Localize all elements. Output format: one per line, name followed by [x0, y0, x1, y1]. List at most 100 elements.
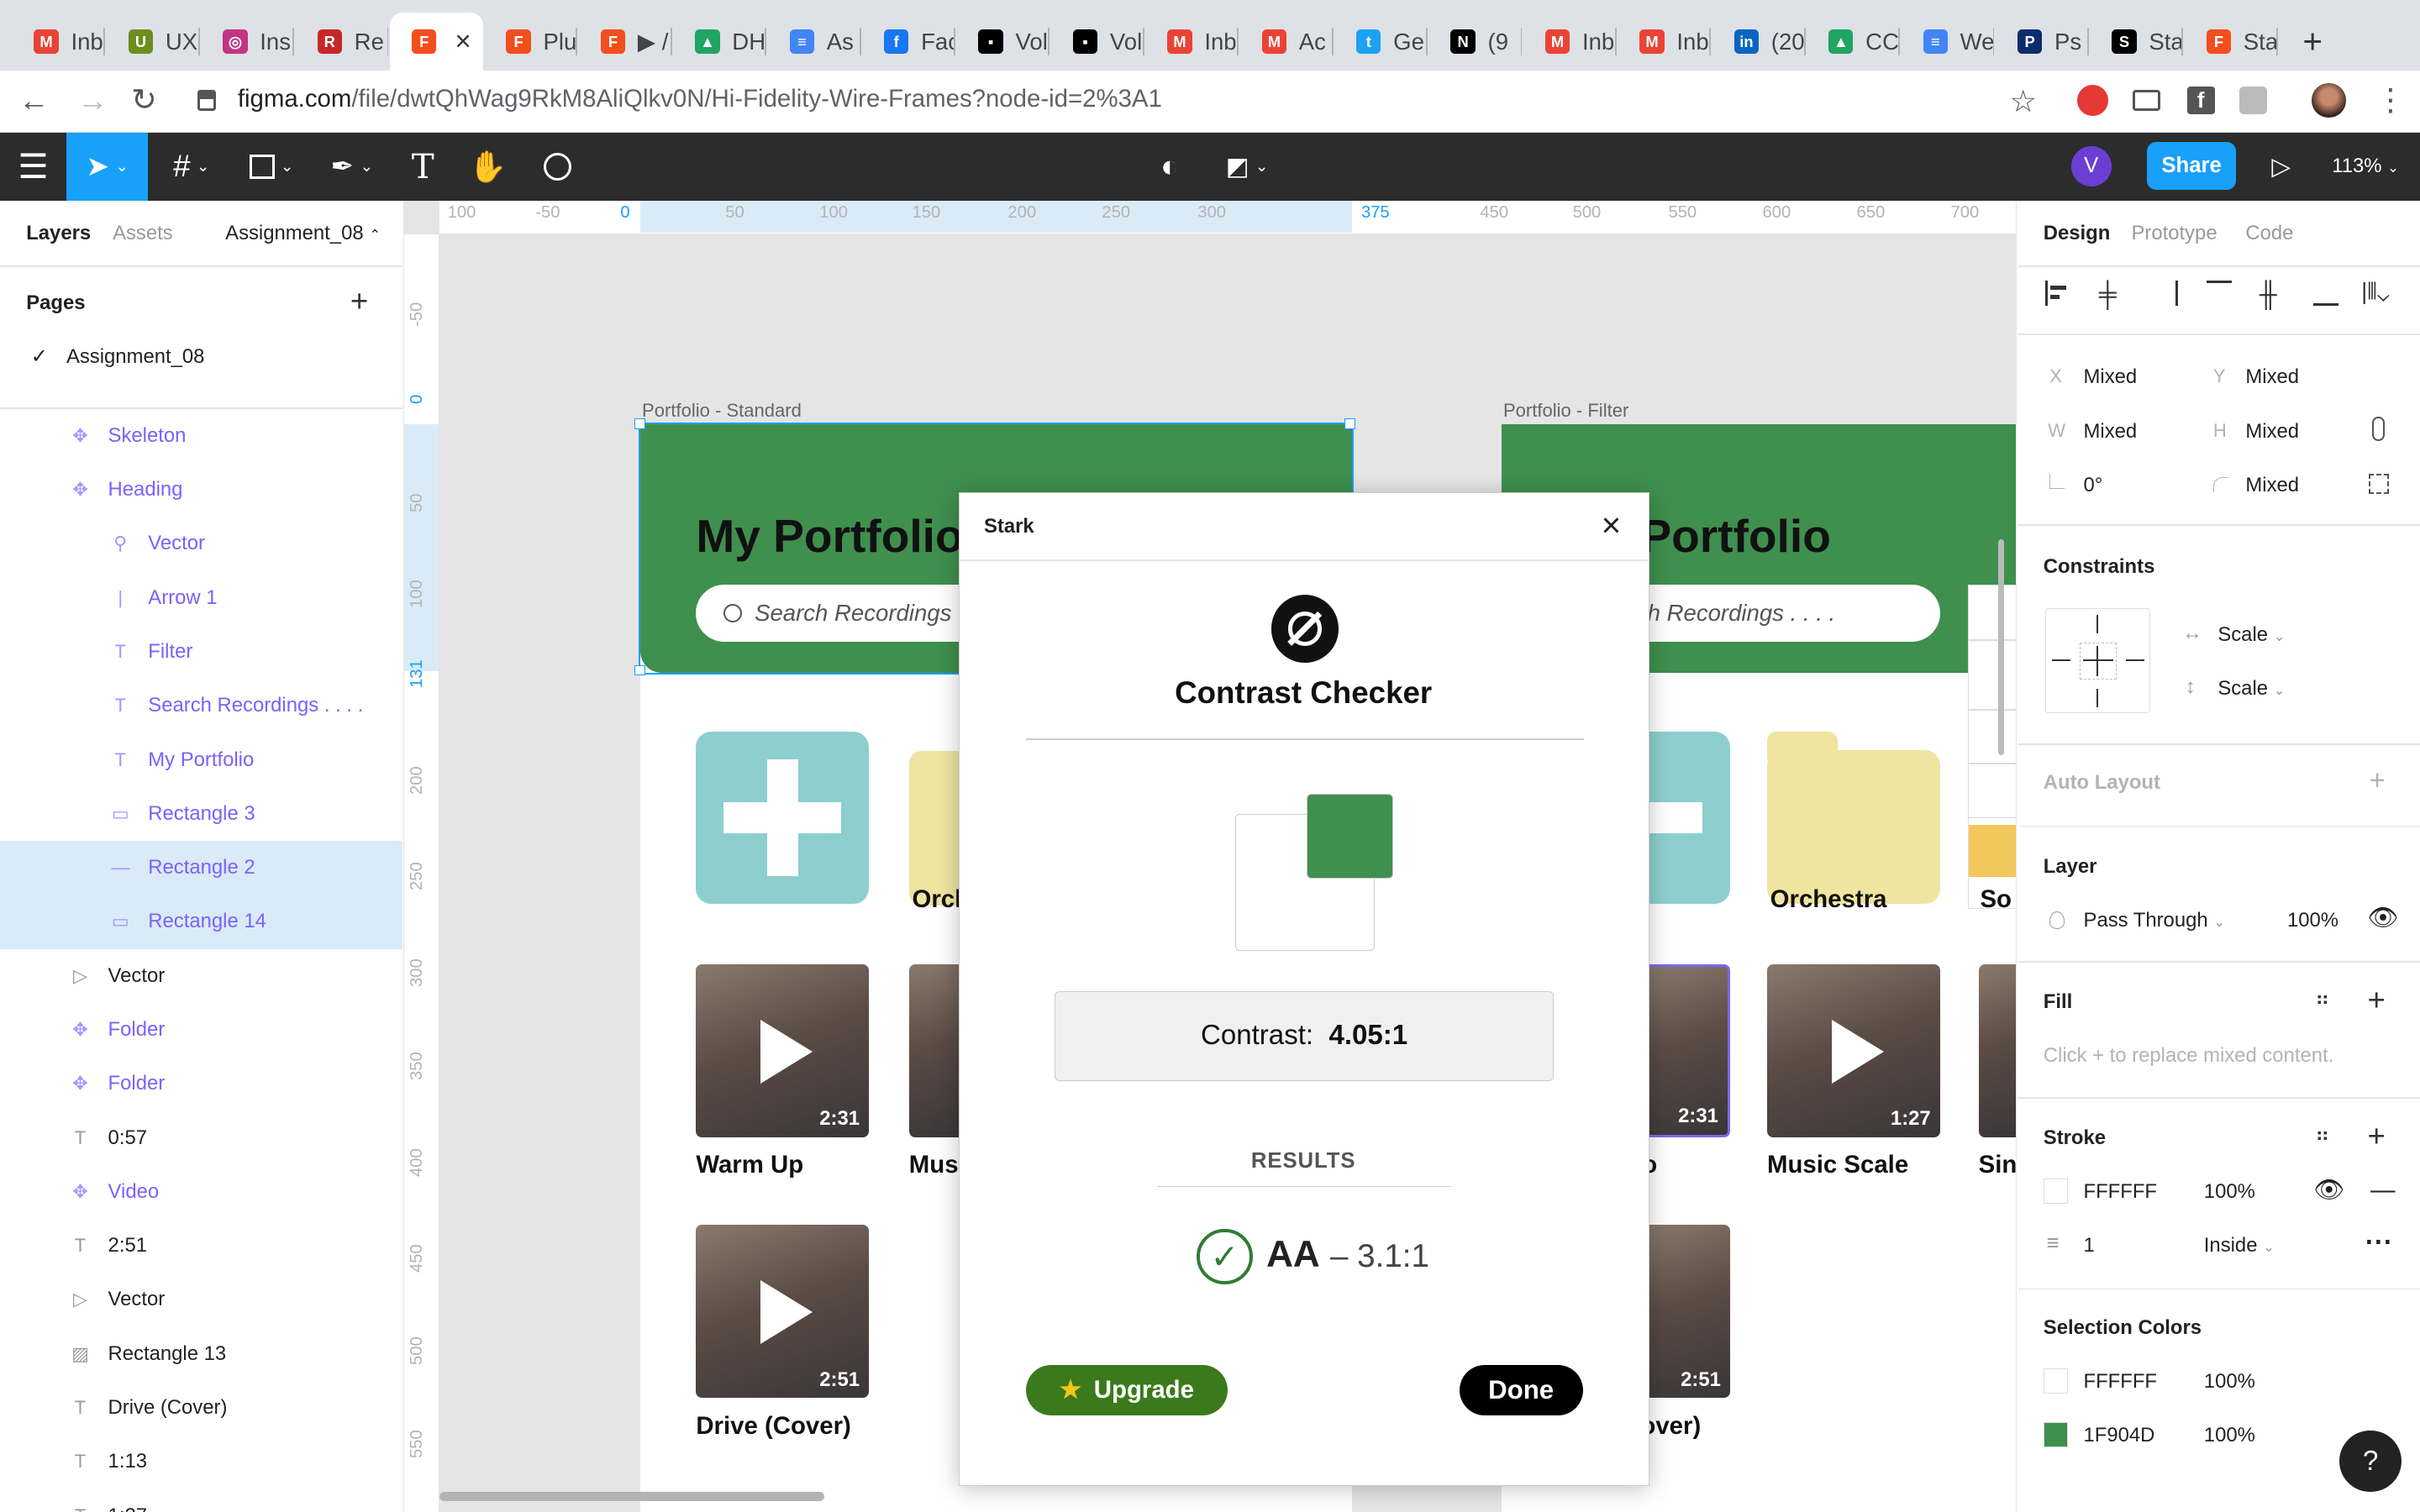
browser-tab[interactable]: M Inb [1618, 13, 1712, 71]
extension-adblock-icon[interactable] [2077, 85, 2108, 116]
stroke-styles-icon[interactable]: ⠶ [2315, 1123, 2329, 1147]
browser-tab[interactable]: M Ac [1240, 13, 1334, 71]
horizontal-constraint-select[interactable]: Scale ⌄ [2217, 623, 2285, 647]
filter-option-selected[interactable] [1968, 824, 2016, 878]
layer-row[interactable]: ✥ Video [0, 1165, 402, 1219]
selection-handle[interactable] [1344, 417, 1355, 429]
layer-row[interactable]: ▭ Rectangle 14 [0, 895, 403, 949]
reload-icon[interactable]: ↻ [131, 81, 157, 118]
video-thumbnail[interactable]: 2:51 [1640, 1225, 1730, 1399]
add-fill-icon[interactable]: + [2367, 983, 2385, 1018]
rotation-field[interactable]: 0° [2084, 474, 2103, 497]
frame-label[interactable]: Portfolio - Filter [1503, 400, 1628, 422]
layer-row[interactable]: ▨ Rectangle 13 [0, 1327, 402, 1381]
align-center-v-icon[interactable]: ╫ [2260, 281, 2277, 309]
browser-tab[interactable]: in (20 [1712, 13, 1806, 71]
video-thumbnail[interactable]: 2:31 [696, 963, 870, 1137]
layer-opacity-field[interactable]: 100% [2287, 909, 2338, 932]
close-icon[interactable]: × [1602, 506, 1622, 545]
tab-assets[interactable]: Assets [113, 222, 173, 245]
stroke-align-select[interactable]: Inside ⌄ [2204, 1234, 2275, 1257]
browser-tab[interactable]: F Plu [485, 13, 578, 71]
profile-avatar[interactable] [2312, 83, 2346, 118]
layer-row[interactable]: T Filter [0, 625, 402, 679]
foreground-color-swatch[interactable] [1306, 794, 1393, 879]
constrain-proportions-icon[interactable] [2372, 416, 2385, 442]
fill-styles-icon[interactable]: ⠶ [2315, 987, 2329, 1011]
add-stroke-icon[interactable]: + [2367, 1119, 2385, 1154]
layer-row[interactable]: ✥ Heading [0, 463, 402, 517]
extension-screen-icon[interactable] [2133, 89, 2161, 112]
layer-row[interactable]: T 0:57 [0, 1110, 402, 1164]
filter-option[interactable] [1968, 709, 2016, 711]
layer-row[interactable]: ⚲ Vector [0, 517, 402, 570]
tab-prototype[interactable]: Prototype [2131, 222, 2217, 245]
text-tool-icon[interactable]: T [402, 133, 445, 201]
browser-tab[interactable]: M Inb [13, 13, 106, 71]
layer-row[interactable]: T Drive (Cover) [0, 1381, 402, 1435]
browser-tab[interactable]: ◎ Ins [202, 13, 295, 71]
h-field[interactable]: Mixed [2245, 420, 2299, 444]
constraints-widget[interactable] [2044, 607, 2150, 713]
video-thumbnail[interactable] [1978, 963, 2016, 1137]
layer-row[interactable]: ✥ Folder [0, 1057, 402, 1110]
bookmark-star-icon[interactable]: ☆ [2009, 83, 2037, 119]
browser-menu-icon[interactable]: ⋮ [2375, 81, 2407, 118]
browser-tab[interactable]: F ▶ / [579, 13, 672, 71]
layer-row[interactable]: ▭ Rectangle 3 [0, 787, 402, 841]
x-field[interactable]: Mixed [2084, 365, 2138, 389]
close-tab-icon[interactable]: × [455, 26, 471, 58]
extension-r-icon[interactable] [2239, 86, 2268, 114]
forward-icon[interactable]: → [77, 83, 108, 118]
browser-tab[interactable]: M Inb [1146, 13, 1239, 71]
align-bottom-icon[interactable] [2313, 281, 2338, 306]
comment-tool-icon[interactable] [534, 133, 580, 201]
extension-facebook-icon[interactable]: f [2186, 86, 2215, 114]
browser-tab[interactable]: ▪ Vol [957, 13, 1050, 71]
main-menu-icon[interactable]: ☰ [0, 133, 66, 201]
tab-design[interactable]: Design [2044, 222, 2111, 245]
independent-corners-icon[interactable] [2369, 473, 2390, 494]
browser-tab[interactable]: U UX [107, 13, 200, 71]
selection-handle[interactable] [634, 417, 645, 429]
frame-label[interactable]: Portfolio - Standard [642, 400, 802, 422]
browser-tab[interactable]: F × [390, 12, 483, 71]
layer-row[interactable]: T My Portfolio [0, 732, 402, 786]
browser-tab[interactable]: N (9 [1429, 13, 1523, 71]
stroke-swatch[interactable] [2043, 1179, 2069, 1204]
stroke-opacity-field[interactable]: 100% [2204, 1180, 2255, 1204]
filter-option[interactable] [1968, 763, 2016, 765]
selection-color-opacity[interactable]: 100% [2204, 1424, 2255, 1447]
shape-tool-icon[interactable]: ⌄ [241, 133, 302, 201]
user-avatar[interactable]: V [2070, 146, 2112, 187]
selection-color-opacity[interactable]: 100% [2204, 1370, 2255, 1394]
align-center-h-icon[interactable]: ╪ [2099, 281, 2117, 309]
blend-mode-select[interactable]: Pass Through ⌄ [2084, 909, 2226, 932]
browser-tab[interactable]: S Sta [2091, 13, 2184, 71]
pen-tool-icon[interactable]: ✒ ⌄ [321, 133, 382, 201]
eye-icon[interactable]: 👁 [2313, 1176, 2344, 1205]
align-top-icon[interactable] [2207, 281, 2232, 305]
page-selector[interactable]: Assignment_08 ⌃ [225, 222, 381, 245]
filter-option[interactable] [1968, 639, 2016, 642]
browser-tab[interactable]: F Sta [2185, 13, 2278, 71]
more-options-icon[interactable]: ⋯ [2365, 1225, 2392, 1258]
video-thumbnail[interactable]: 2:31 [1640, 963, 1730, 1137]
new-tab-button[interactable]: + [2296, 13, 2343, 71]
radius-field[interactable]: Mixed [2245, 474, 2299, 497]
layer-row[interactable]: T Search Recordings . . . . [0, 679, 402, 732]
eye-icon[interactable]: 👁 [2367, 904, 2398, 932]
y-field[interactable]: Mixed [2245, 365, 2299, 389]
page-item-current[interactable]: Assignment_08 [66, 345, 204, 369]
share-button[interactable]: Share [2146, 141, 2237, 190]
frame-tool-icon[interactable]: # ⌄ [160, 133, 222, 201]
filter-option[interactable] [1968, 816, 2016, 819]
remove-stroke-icon[interactable]: — [2370, 1176, 2395, 1205]
browser-tab[interactable]: R Re [296, 13, 389, 71]
help-button[interactable]: ? [2339, 1430, 2402, 1493]
layer-row[interactable]: — Rectangle 2 [0, 841, 403, 895]
present-icon[interactable]: ▷ [2263, 133, 2300, 201]
layer-row[interactable]: T 2:51 [0, 1219, 402, 1273]
browser-tab[interactable]: ≡ As [768, 13, 861, 71]
add-auto-layout-icon[interactable]: + [2369, 765, 2385, 797]
